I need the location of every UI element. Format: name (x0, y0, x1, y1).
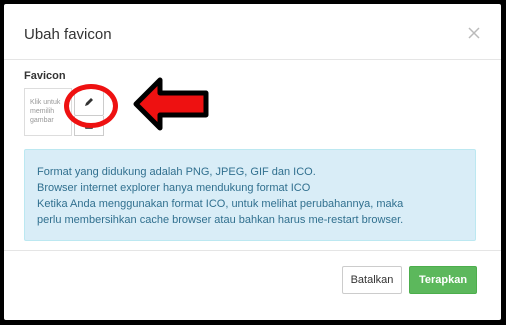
modal-title: Ubah favicon (24, 26, 112, 43)
favicon-upload-hint: Klik untuk memilih gambar (30, 99, 61, 124)
change-favicon-dialog: Ubah favicon Favicon Klik untuk memilih … (4, 4, 501, 320)
favicon-options-button[interactable] (74, 116, 104, 136)
options-icon (85, 126, 93, 129)
info-line: perlu membersihkan cache browser atau ba… (37, 214, 404, 226)
modal-footer: Batalkan Terapkan (4, 250, 501, 320)
pencil-icon (85, 98, 93, 106)
favicon-upload-box[interactable]: Klik untuk memilih gambar (24, 88, 72, 136)
apply-button[interactable]: Terapkan (409, 266, 477, 294)
favicon-label: Favicon (24, 70, 66, 82)
info-alert: Format yang didukung adalah PNG, JPEG, G… (24, 149, 476, 241)
close-icon[interactable] (467, 26, 481, 40)
info-line: Format yang didukung adalah PNG, JPEG, G… (37, 166, 316, 178)
modal-header: Ubah favicon (4, 4, 501, 60)
info-line: Ketika Anda menggunakan format ICO, untu… (37, 198, 404, 210)
cancel-button[interactable]: Batalkan (342, 266, 402, 294)
info-line: Browser internet explorer hanya mendukun… (37, 182, 311, 194)
annotation-arrow-icon (133, 77, 209, 131)
edit-favicon-button[interactable] (74, 88, 104, 116)
